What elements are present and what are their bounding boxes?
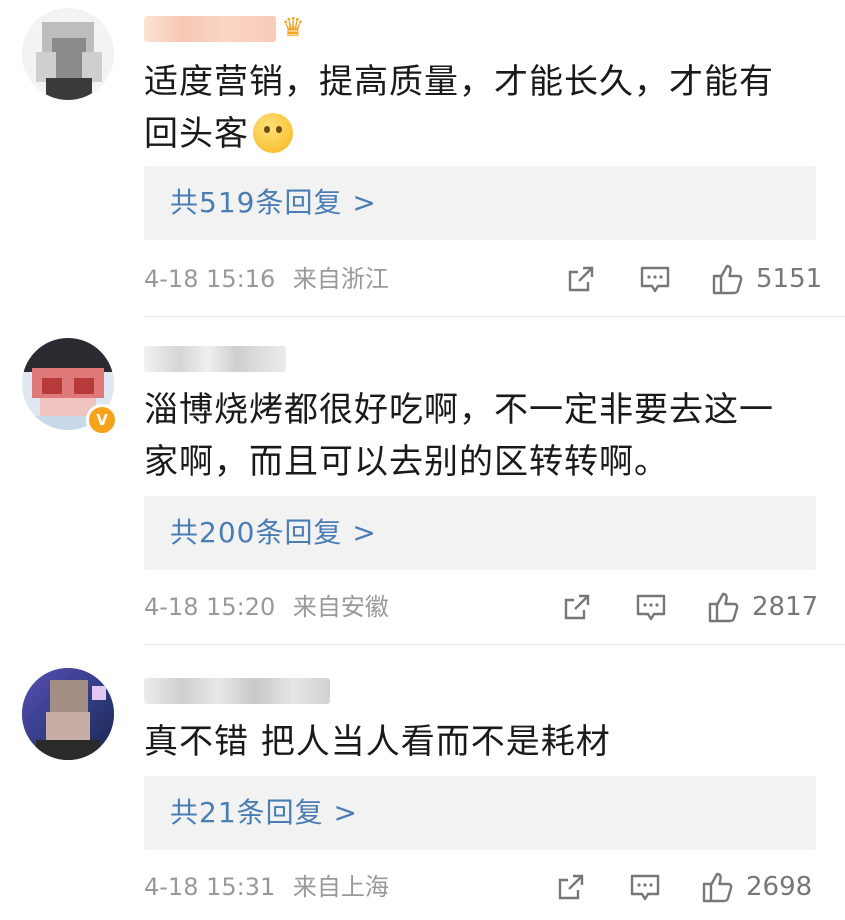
comment-item: 真不错 把人当人看而不是耗材 共21条回复 > 4-18 15:31 来自上海 …: [0, 648, 845, 920]
comment-button[interactable]: [628, 867, 662, 907]
timestamp: 4-18 15:20: [144, 593, 276, 621]
share-icon: [564, 594, 590, 620]
comment-item: ♛ 适度营销，提高质量，才能长久，才能有 回头客 共519条回复 > 4-18 1…: [0, 0, 845, 318]
comment-icon: [630, 874, 660, 901]
thumbs-up-icon: [708, 592, 739, 623]
like-count: 2698: [746, 872, 813, 902]
location: 来自安徽: [292, 593, 389, 621]
comment-icon: [636, 594, 666, 621]
comment-meta: 4-18 15:31 来自上海: [144, 872, 399, 902]
divider: [144, 644, 845, 645]
like-count: 5151: [756, 264, 823, 294]
thinking-face-emoji: [253, 113, 293, 153]
reply-count-button[interactable]: 共200条回复 >: [144, 496, 816, 570]
reply-count-button[interactable]: 共21条回复 >: [144, 776, 816, 850]
comment-button[interactable]: [634, 587, 668, 627]
comment-text: 真不错 把人当人看而不是耗材: [144, 722, 611, 762]
share-button[interactable]: [560, 587, 594, 627]
divider: [144, 316, 845, 317]
comment-meta: 4-18 15:16 来自浙江: [144, 264, 399, 294]
avatar[interactable]: [22, 8, 114, 100]
timestamp: 4-18 15:16: [144, 265, 276, 293]
nickname-blurred[interactable]: [144, 346, 286, 372]
reply-count-button[interactable]: 共519条回复 >: [144, 166, 816, 240]
timestamp: 4-18 15:31: [144, 873, 276, 901]
thumbs-up-icon: [712, 264, 743, 295]
share-button[interactable]: [564, 259, 598, 299]
thumbs-up-icon: [702, 872, 733, 903]
verified-badge: V: [86, 404, 118, 436]
location: 来自上海: [292, 873, 389, 901]
comment-meta: 4-18 15:20 来自安徽: [144, 592, 399, 622]
comment-text: 适度营销，提高质量，才能长久，才能有 回头客: [144, 62, 774, 154]
crown-badge-icon: ♛: [281, 13, 305, 43]
share-button[interactable]: [554, 867, 588, 907]
like-button[interactable]: 5151: [710, 259, 822, 299]
comment-icon: [640, 266, 670, 293]
comment-item: V 淄博烧烤都很好吃啊，不一定非要去这一 家啊，而且可以去别的区转转啊。 共200…: [0, 318, 845, 648]
share-icon: [558, 874, 584, 900]
like-button[interactable]: 2698: [700, 867, 812, 907]
like-count: 2817: [752, 592, 819, 622]
nickname-blurred[interactable]: [144, 678, 330, 704]
like-button[interactable]: 2817: [706, 587, 818, 627]
comment-text: 淄博烧烤都很好吃啊，不一定非要去这一 家啊，而且可以去别的区转转啊。: [144, 390, 774, 482]
avatar[interactable]: [22, 668, 114, 760]
comment-button[interactable]: [638, 259, 672, 299]
nickname-blurred[interactable]: [144, 16, 276, 42]
location: 来自浙江: [292, 265, 389, 293]
share-icon: [568, 266, 594, 292]
